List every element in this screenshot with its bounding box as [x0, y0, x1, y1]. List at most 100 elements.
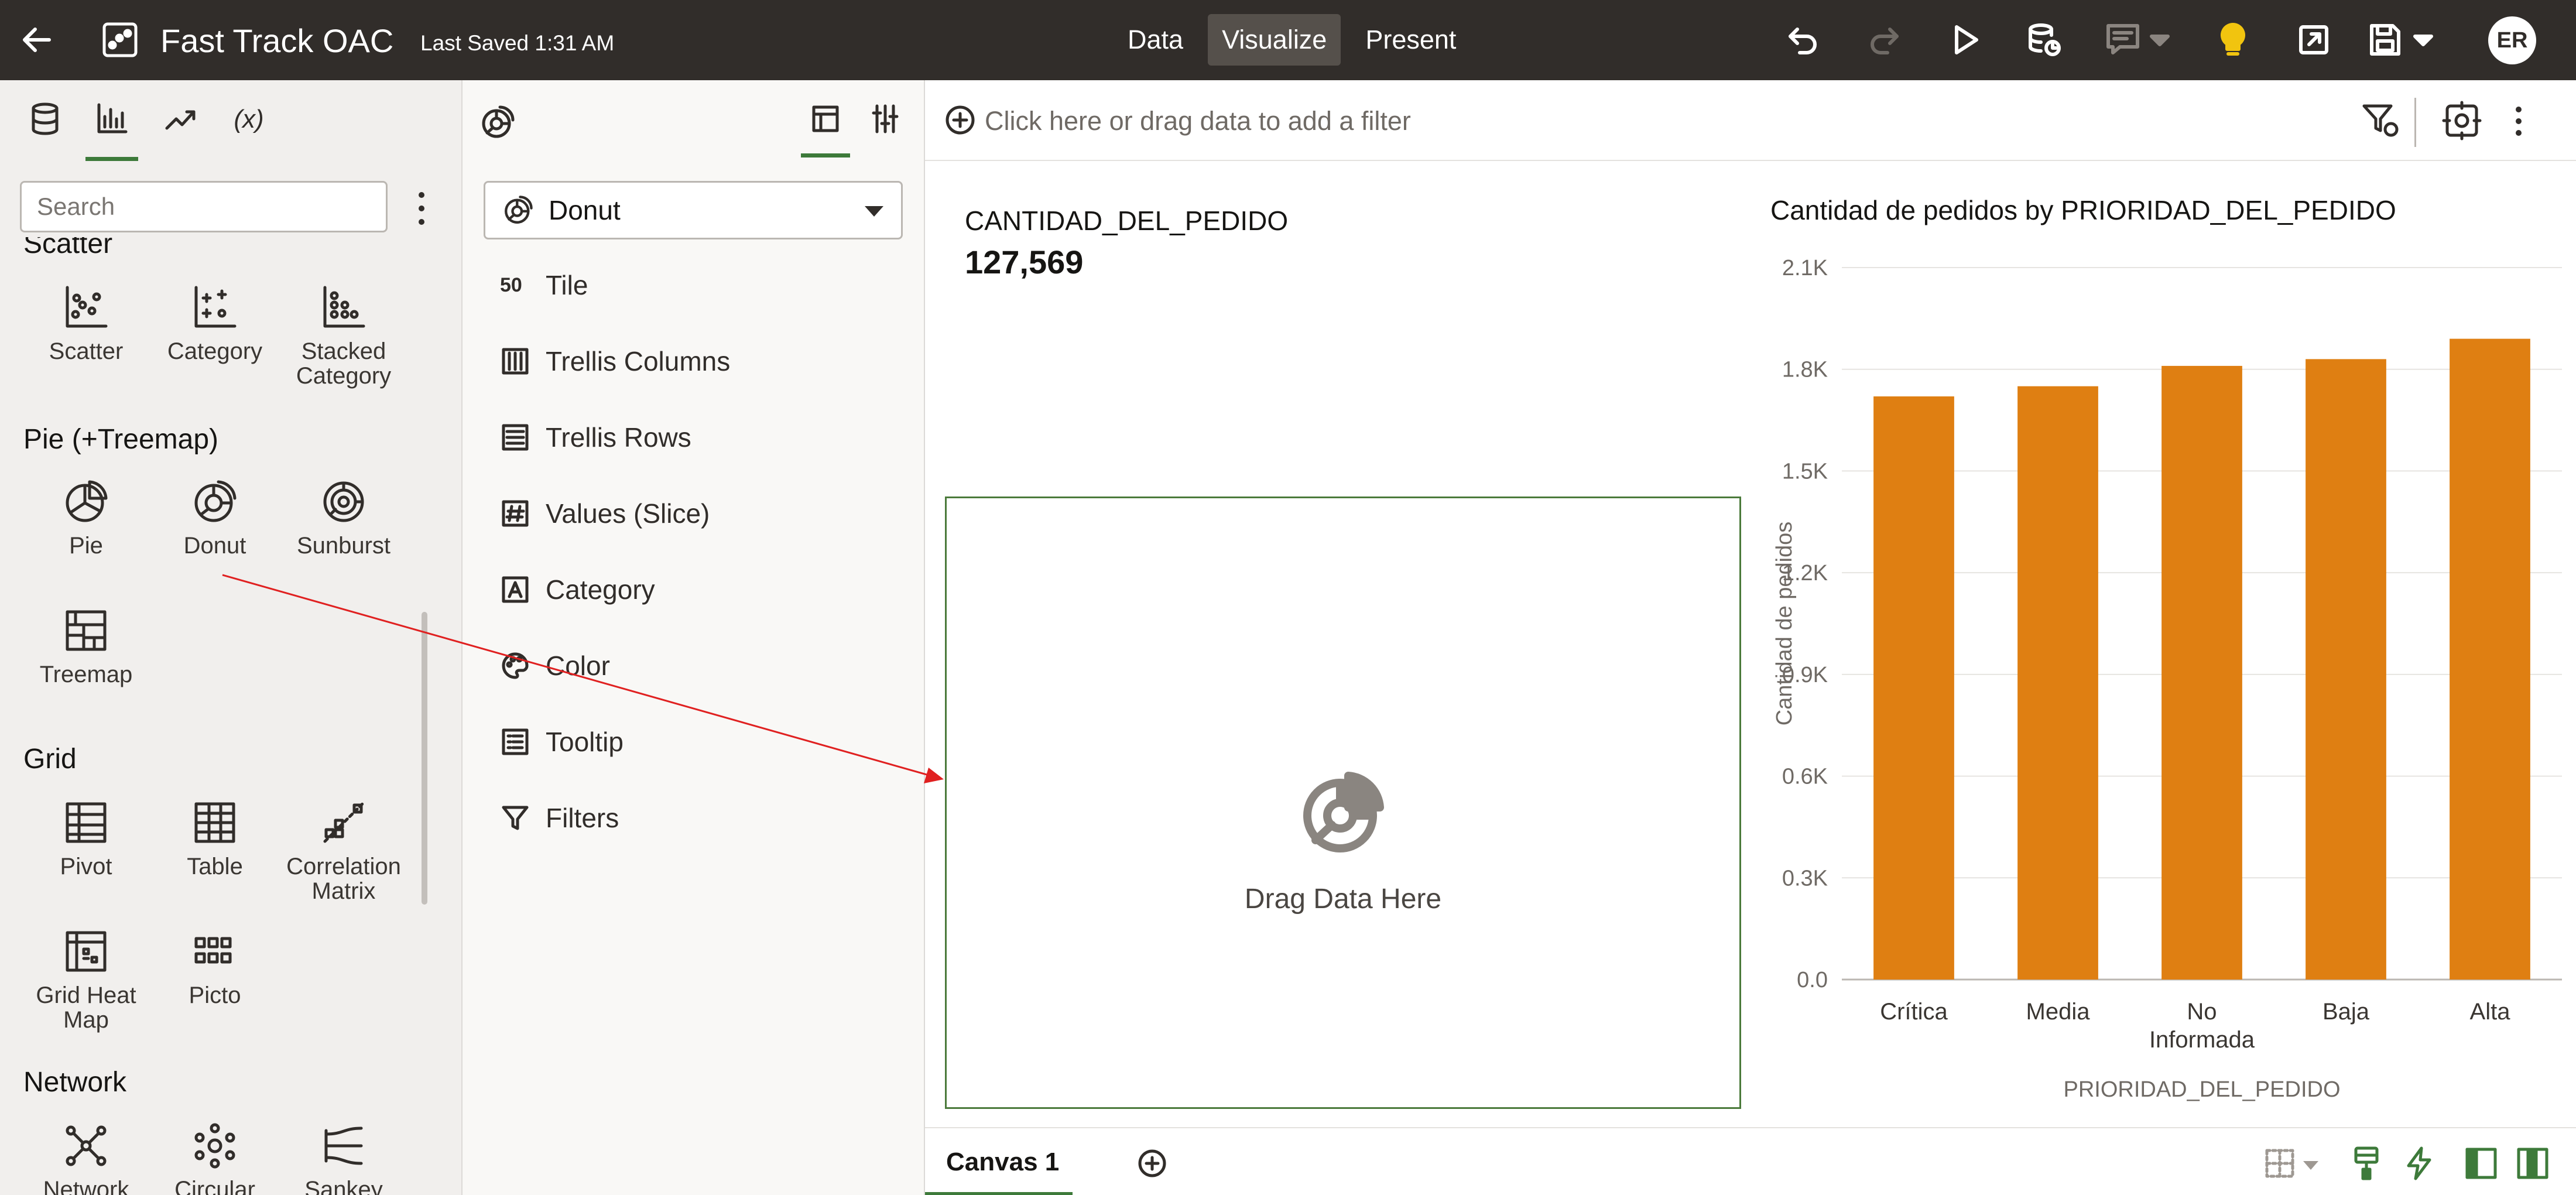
donut-icon: [194, 480, 237, 522]
canvas-more-button[interactable]: [2507, 104, 2530, 139]
filter-placeholder[interactable]: Click here or drag data to add a filter: [985, 106, 1411, 136]
user-avatar[interactable]: ER: [2488, 16, 2536, 64]
drop-zone[interactable]: Drag Data Here: [945, 497, 1741, 1109]
viz-scatter[interactable]: Scatter: [30, 284, 142, 364]
chevron-down-icon[interactable]: [2303, 1161, 2318, 1170]
grammar-section-filters[interactable]: Filters: [500, 795, 619, 841]
viz-label: Stacked Category: [296, 338, 392, 389]
grammar-section-label: Filters: [546, 803, 619, 833]
auto-insights-button[interactable]: [2210, 16, 2256, 63]
filter-options-button[interactable]: [2361, 100, 2402, 141]
viz-category[interactable]: Category: [159, 284, 270, 364]
viz-sunburst[interactable]: Sunburst: [288, 478, 399, 558]
chart-y-axis-label: Cantidad de pedidos: [1772, 522, 1797, 726]
viz-pie[interactable]: Pie: [30, 478, 142, 558]
tab-grammar-properties[interactable]: [861, 97, 910, 157]
grammar-section-label: Tooltip: [546, 727, 624, 757]
y-tick-label: 0.6K: [1782, 765, 1828, 789]
sunburst-icon: [323, 481, 364, 522]
donut-icon: [505, 196, 533, 224]
picto-icon: [194, 937, 232, 964]
quick-action-button[interactable]: [2402, 1146, 2437, 1181]
category-scatter-icon: [194, 286, 237, 328]
add-filter-button[interactable]: [944, 104, 977, 136]
format-brush-button[interactable]: [2349, 1146, 2384, 1181]
tab-data[interactable]: Data: [1114, 14, 1197, 66]
preview-button[interactable]: [1941, 16, 1988, 63]
viz-correlation-matrix[interactable]: Correlation Matrix: [286, 799, 401, 903]
chart-title: Cantidad de pedidos by PRIORIDAD_DEL_PED…: [1770, 195, 2396, 225]
bar[interactable]: [2306, 359, 2386, 980]
calculation-icon[interactable]: (x): [222, 97, 275, 161]
canvas-settings-button[interactable]: [2441, 100, 2482, 141]
database-icon: [32, 102, 59, 135]
add-canvas-button[interactable]: [1137, 1148, 1167, 1179]
viz-label: Treemap: [39, 662, 133, 687]
tab-visualizations[interactable]: [85, 97, 138, 161]
correlation-matrix-icon: [323, 802, 364, 843]
visualization-type-select[interactable]: Donut: [484, 181, 903, 239]
viz-label: Table: [187, 854, 243, 879]
x-tick-label: No Informada: [2149, 999, 2255, 1053]
grammar-section-tile[interactable]: 50 Tile: [500, 262, 588, 309]
viz-treemap[interactable]: Treemap: [30, 607, 142, 687]
grammar-section-values[interactable]: Values (Slice): [500, 490, 710, 537]
toggle-right-panel-button[interactable]: [2515, 1146, 2550, 1181]
circular-network-icon: [194, 1123, 235, 1169]
panel-left-icon: [2465, 1148, 2497, 1179]
grammar-section-trellis-columns[interactable]: Trellis Columns: [500, 338, 730, 385]
search-input[interactable]: [20, 181, 388, 232]
viz-sankey[interactable]: Sankey: [288, 1122, 399, 1195]
plus-circle-icon: [1138, 1149, 1166, 1177]
tab-data-elements[interactable]: [19, 97, 71, 161]
grammar-section-color[interactable]: Color: [500, 642, 610, 689]
database-refresh-icon: [2029, 23, 2061, 56]
left-panel-scrollbar[interactable]: [422, 612, 427, 905]
tab-visualize[interactable]: Visualize: [1208, 14, 1341, 66]
viz-label: Scatter: [49, 338, 124, 364]
scatter-icon: [66, 286, 108, 328]
group-grid-title: Grid: [23, 744, 77, 775]
bar-chart: Cantidad de pedidos by PRIORIDAD_DEL_PED…: [1770, 195, 2562, 1102]
back-arrow-icon: [23, 28, 51, 52]
export-button[interactable]: [2290, 16, 2337, 63]
chart-x-ticks: Crítica Media No Informada Baja Alta: [1880, 999, 2510, 1053]
tab-analytics[interactable]: [155, 97, 207, 161]
viz-grid-heat-map[interactable]: Grid Heat Map: [30, 928, 142, 1032]
viz-network[interactable]: Network: [30, 1122, 142, 1195]
viz-picto[interactable]: Picto: [159, 928, 270, 1008]
grid-heat-map-icon: [66, 931, 107, 972]
more-dot-icon: [419, 219, 424, 225]
bar[interactable]: [2450, 338, 2530, 980]
viz-table[interactable]: Table: [159, 799, 270, 879]
canvas-tab[interactable]: Canvas 1: [925, 1128, 1073, 1195]
toggle-left-panel-button[interactable]: [2464, 1146, 2499, 1181]
tab-present[interactable]: Present: [1351, 14, 1470, 66]
layout-grid-icon: [2265, 1149, 2294, 1178]
narrate-button[interactable]: [2102, 16, 2178, 63]
viz-donut[interactable]: Donut: [159, 478, 270, 558]
viz-circular[interactable]: Circular: [159, 1122, 270, 1195]
bar[interactable]: [1873, 396, 1954, 980]
top-bar: Fast Track OAC Last Saved 1:31 AM Data V…: [0, 0, 2576, 80]
grammar-section-trellis-rows[interactable]: Trellis Rows: [500, 414, 691, 461]
grammar-section-category[interactable]: Category: [500, 566, 655, 613]
undo-button[interactable]: [1780, 16, 1827, 63]
refresh-data-button[interactable]: [2021, 16, 2068, 63]
auto-layout-button[interactable]: [2262, 1146, 2297, 1181]
donut-icon: [1303, 772, 1384, 852]
back-button[interactable]: [13, 16, 60, 63]
redo-button[interactable]: [1861, 16, 1907, 63]
save-button[interactable]: [2365, 16, 2441, 63]
grammar-section-tooltip[interactable]: Tooltip: [500, 718, 624, 765]
bar[interactable]: [2017, 386, 2098, 980]
y-tick-label: 2.1K: [1782, 256, 1828, 280]
tab-grammar-fields[interactable]: [801, 97, 850, 157]
viz-label: Sunburst: [296, 533, 391, 559]
chart-bars: [1873, 338, 2530, 980]
bar[interactable]: [2161, 365, 2242, 980]
viz-stacked-category[interactable]: Stacked Category: [288, 284, 399, 388]
more-options-button[interactable]: [410, 188, 433, 229]
viz-pivot[interactable]: Pivot: [30, 799, 142, 879]
donut-icon: [480, 105, 519, 143]
